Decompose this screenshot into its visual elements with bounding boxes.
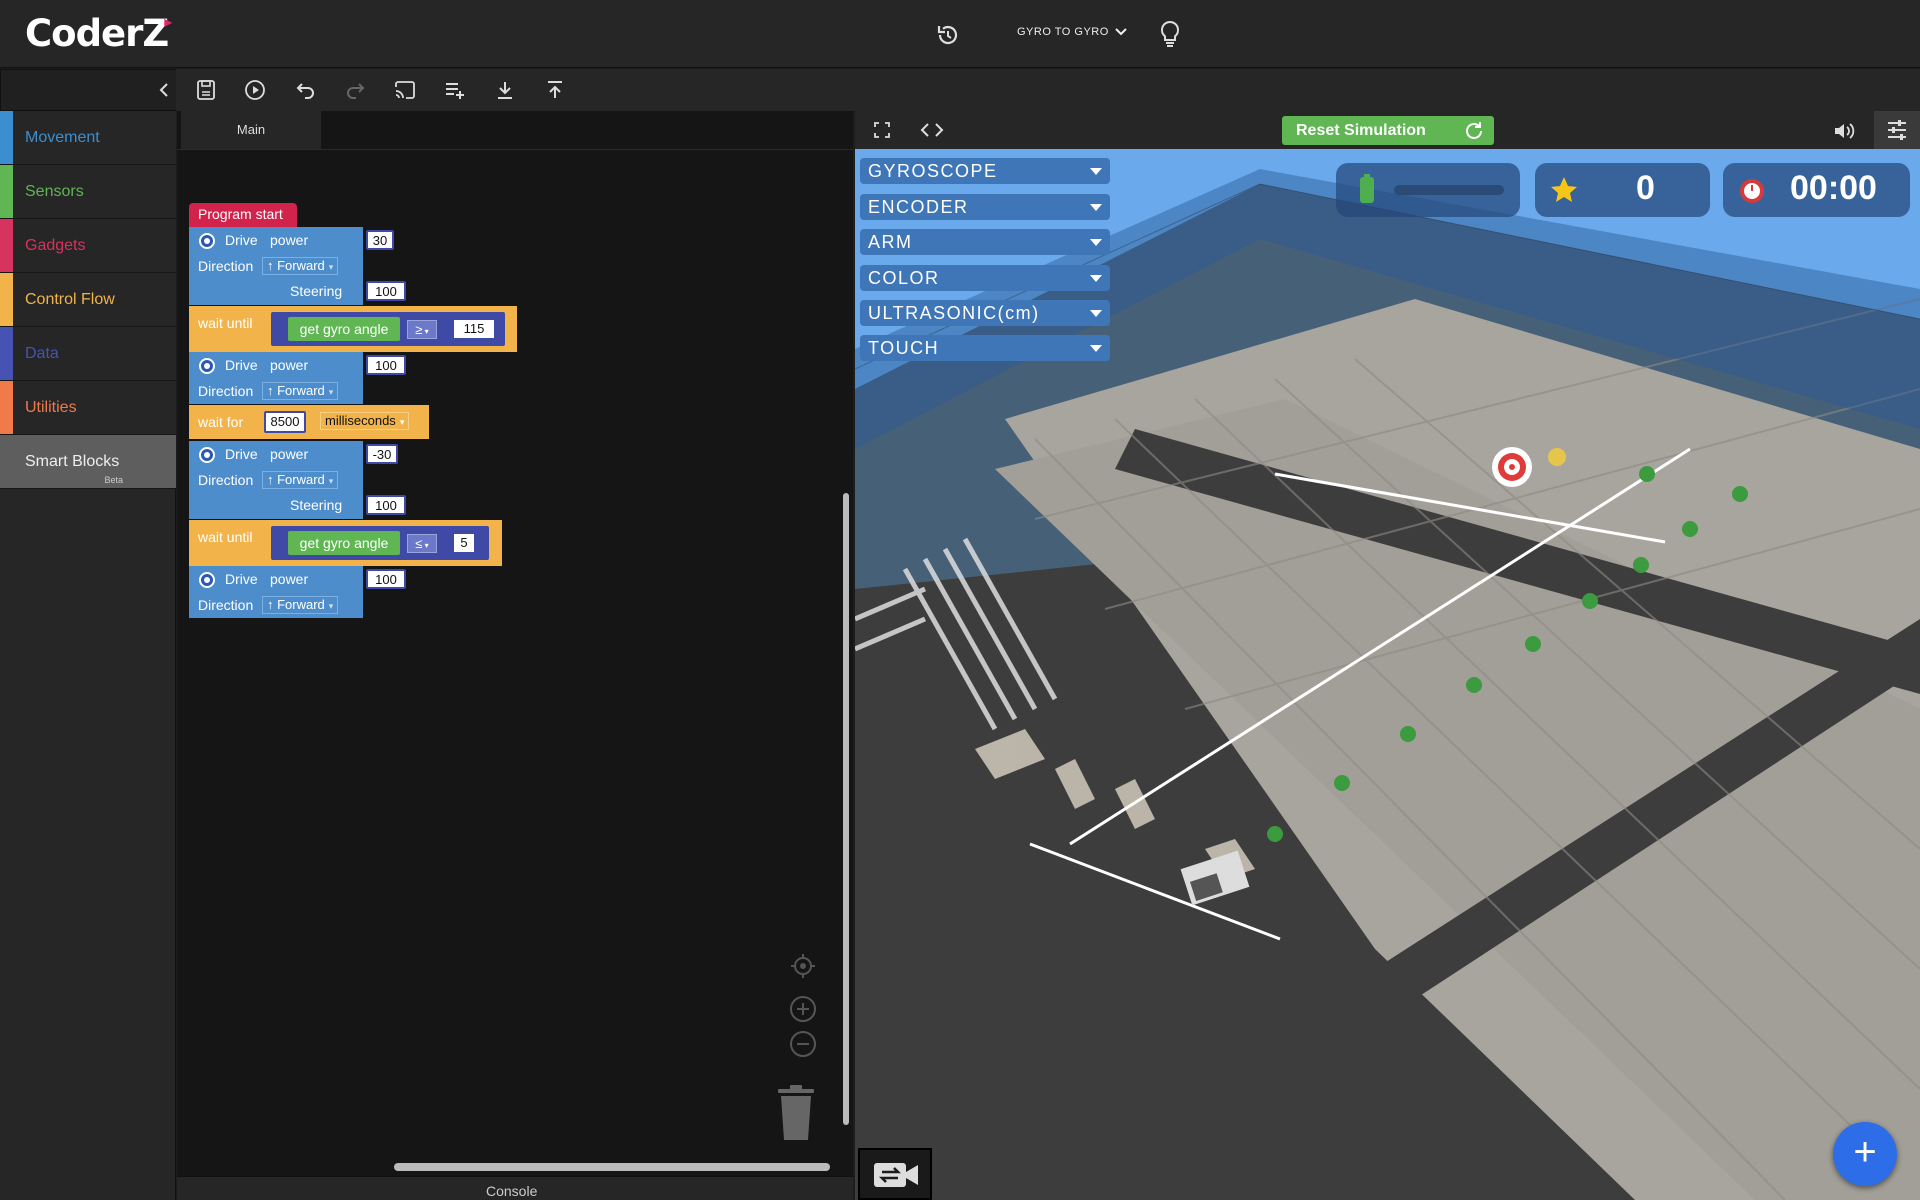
history-icon[interactable]	[935, 22, 961, 48]
category-sensors[interactable]: Sensors	[0, 165, 176, 219]
direction-dropdown[interactable]: ↑ Forward ▾	[262, 471, 339, 489]
drive-block[interactable]: Drive power 100 Direction ↑ Forward ▾	[189, 352, 406, 404]
gear-icon	[199, 233, 215, 249]
power-input[interactable]: -30	[366, 444, 398, 464]
sensor-encoder-dropdown[interactable]: ENCODER	[860, 194, 1110, 220]
chevron-down-icon	[1090, 168, 1102, 175]
gear-icon	[199, 358, 215, 374]
duration-input[interactable]: 8500	[264, 411, 306, 433]
settings-sliders-icon[interactable]	[1874, 111, 1920, 149]
stars-hud	[1535, 163, 1710, 217]
add-button[interactable]: +	[1833, 1122, 1897, 1186]
drive-block[interactable]: Drive power 30 Direction ↑ Forward ▾ Stee…	[189, 227, 406, 305]
redo-icon[interactable]	[344, 78, 368, 102]
energy-bar	[1394, 185, 1504, 195]
mission-title: GYRO TO GYRO	[1017, 26, 1109, 38]
workspace-vertical-scrollbar[interactable]	[843, 493, 849, 1125]
recenter-icon[interactable]	[789, 952, 817, 980]
mission-selector[interactable]: GYRO TO GYRO	[1017, 26, 1127, 38]
save-icon[interactable]	[194, 78, 218, 102]
sensor-gyroscope-dropdown[interactable]: GYROSCOPE	[860, 158, 1110, 184]
category-control-flow[interactable]: Control Flow	[0, 273, 176, 327]
timer-display: 00:00	[1790, 169, 1877, 207]
tab-main[interactable]: Main	[181, 111, 321, 149]
energy-hud	[1336, 163, 1520, 217]
angle-input[interactable]: 5	[452, 532, 476, 554]
operator-dropdown[interactable]: ≥ ▾	[407, 320, 437, 339]
camera-switch-icon	[874, 1163, 918, 1187]
play-icon[interactable]	[243, 78, 267, 102]
chevron-down-icon	[1090, 275, 1102, 282]
direction-dropdown[interactable]: ↑ Forward ▾	[262, 257, 339, 275]
trash-icon[interactable]	[776, 1085, 816, 1141]
chevron-down-icon	[1115, 28, 1127, 36]
chevron-down-icon	[1090, 239, 1102, 246]
zoom-in-icon[interactable]	[789, 995, 817, 1023]
volume-icon[interactable]	[1832, 120, 1856, 142]
tab-divider	[177, 149, 853, 150]
toolbar	[0, 69, 1920, 111]
sensor-color-dropdown[interactable]: COLOR	[860, 265, 1110, 291]
zoom-out-icon[interactable]	[789, 1030, 817, 1058]
category-sidebar: Movement Sensors Gadgets Control Flow Da…	[0, 111, 176, 1200]
drive-block[interactable]: Drive power 100 Direction ↑ Forward ▾	[189, 566, 406, 618]
unit-dropdown[interactable]: milliseconds ▾	[320, 412, 410, 430]
chevron-down-icon	[1090, 204, 1102, 211]
category-gadgets[interactable]: Gadgets	[0, 219, 176, 273]
code-view-icon[interactable]	[920, 120, 944, 140]
workspace-horizontal-scrollbar[interactable]	[394, 1163, 830, 1171]
battery-icon	[1360, 174, 1374, 203]
power-input[interactable]: 100	[366, 569, 406, 589]
wait-until-block[interactable]: wait until get gyro angle ≤ ▾ 5	[189, 520, 502, 566]
angle-input[interactable]: 115	[452, 318, 496, 340]
category-utilities[interactable]: Utilities	[0, 381, 176, 435]
sensor-ultrasonic-dropdown[interactable]: ULTRASONIC(cm)	[860, 300, 1110, 326]
collapse-sidebar-icon[interactable]	[156, 80, 172, 100]
wait-until-block[interactable]: wait until get gyro angle ≥ ▾ 115	[189, 306, 517, 352]
power-input[interactable]: 30	[366, 230, 394, 250]
refresh-icon	[1465, 121, 1482, 139]
collapse-area	[0, 69, 176, 111]
drive-block[interactable]: Drive power -30 Direction ↑ Forward ▾ Ste…	[189, 441, 406, 519]
reset-simulation-button[interactable]: Reset Simulation	[1282, 116, 1494, 145]
get-gyro-angle-block[interactable]: get gyro angle	[288, 317, 400, 341]
category-smart-blocks[interactable]: Smart Blocks Beta	[0, 435, 176, 489]
cast-icon[interactable]	[393, 78, 417, 102]
download-icon[interactable]	[493, 78, 517, 102]
upload-icon[interactable]	[543, 78, 567, 102]
sensor-touch-dropdown[interactable]: TOUCH	[860, 335, 1110, 361]
direction-dropdown[interactable]: ↑ Forward ▾	[262, 382, 339, 400]
sensor-arm-dropdown[interactable]: ARM	[860, 229, 1110, 255]
category-movement[interactable]: Movement	[0, 111, 176, 165]
steering-input[interactable]: 100	[366, 495, 406, 515]
gear-icon	[199, 447, 215, 463]
stars-count: 0	[1636, 169, 1655, 207]
program-start-block[interactable]: Program start	[189, 203, 297, 227]
add-list-icon[interactable]	[443, 78, 467, 102]
chevron-down-icon	[1090, 345, 1102, 352]
get-gyro-angle-block[interactable]: get gyro angle	[288, 531, 400, 555]
power-input[interactable]: 100	[366, 355, 406, 375]
wait-for-block[interactable]: wait for 8500 milliseconds ▾	[189, 405, 429, 439]
undo-icon[interactable]	[293, 78, 317, 102]
direction-dropdown[interactable]: ↑ Forward ▾	[262, 596, 339, 614]
gear-icon	[199, 572, 215, 588]
chevron-down-icon	[1090, 310, 1102, 317]
beta-badge: Beta	[104, 475, 123, 485]
steering-input[interactable]: 100	[366, 281, 406, 301]
console-label[interactable]: Console	[486, 1183, 537, 1199]
camera-switch-button[interactable]	[858, 1148, 932, 1200]
fullscreen-icon[interactable]	[872, 120, 892, 140]
category-data[interactable]: Data	[0, 327, 176, 381]
operator-dropdown[interactable]: ≤ ▾	[407, 534, 437, 553]
lightbulb-icon[interactable]	[1158, 20, 1182, 48]
star-icon	[1551, 177, 1577, 202]
coderz-logo[interactable]: CoderZ▸	[25, 12, 172, 55]
stopwatch-icon	[1740, 179, 1764, 203]
